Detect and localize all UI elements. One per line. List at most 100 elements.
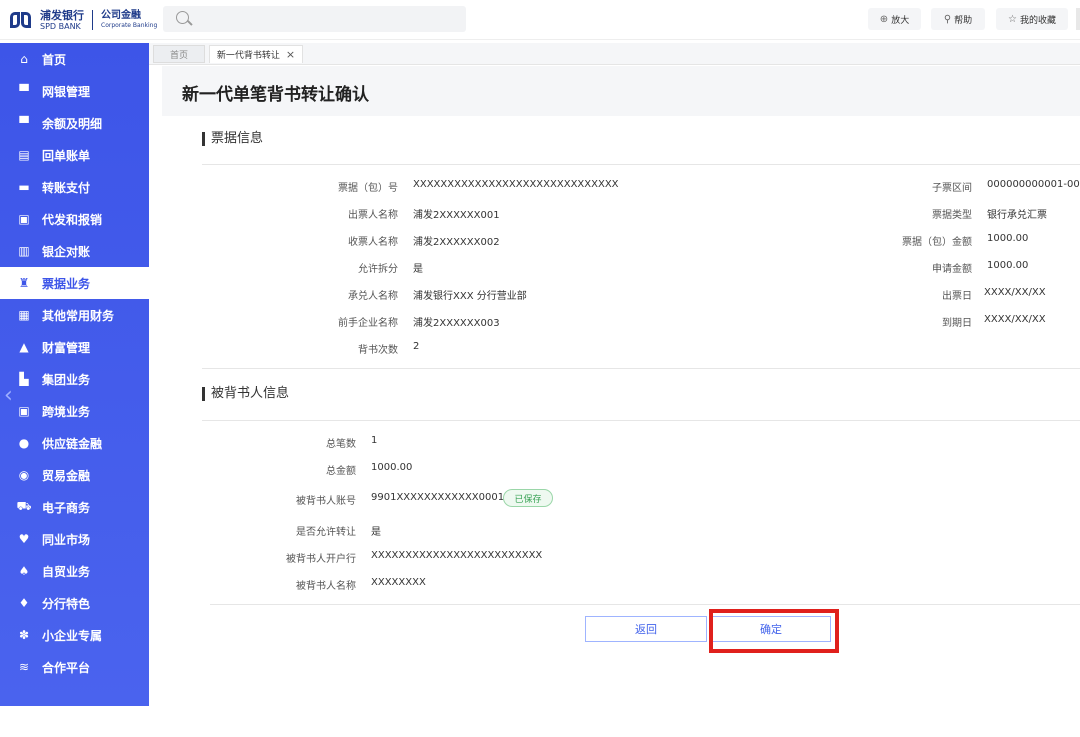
sidebar-item[interactable]: ♜ 票据业务 [0,267,149,299]
sidebar-item-icon: ▀ [19,84,29,98]
zoom-button[interactable]: ⊕ 放大 [868,8,921,30]
field-label: 到期日 [942,318,972,329]
actions-divider [210,604,1080,605]
sidebar-item[interactable]: ⌂ 首页 [0,43,149,75]
sidebar-item-icon: ⛟ [16,499,32,513]
sidebar-item[interactable]: ◉ 贸易金融 [0,459,149,491]
section-divider [202,368,1080,369]
sidebar-item-icon: ♜ [18,276,30,290]
sidebar-item[interactable]: ▦ 其他常用财务 [0,299,149,331]
logo-text-cn: 浦发银行 [40,8,84,22]
sidebar-item[interactable]: ⛟ 电子商务 [0,491,149,523]
sidebar-item-label: 首页 [42,52,67,67]
sidebar-item-icon: ▲ [19,340,29,354]
confirm-highlight-box [709,609,839,653]
field-label: 申请金额 [932,264,972,275]
sidebar-item-label: 回单账单 [42,148,91,163]
favorites-button[interactable]: ☆ 我的收藏 [996,8,1068,30]
field-value: 浦发银行XXX 分行营业部 [413,291,527,302]
sidebar-item-icon: ✽ [18,628,30,642]
field-value: 1000.00 [987,260,1029,271]
spd-logo-icon [10,10,34,30]
field-value: 是 [413,264,423,275]
sidebar-item-label: 代发和报销 [42,212,103,227]
sidebar-item[interactable]: ▲ 财富管理 [0,331,149,363]
field-value: 银行承兑汇票 [987,210,1047,221]
field-value: XXXXXXXXXXXXXXXXXXXXXXXXX [371,550,543,561]
sidebar-item-label: 同业市场 [42,532,91,547]
sidebar-item[interactable]: ✽ 小企业专属 [0,619,149,651]
sidebar-item-label: 跨境业务 [42,404,91,419]
header-edge-button[interactable] [1076,8,1080,30]
field-label: 允许拆分 [358,264,398,275]
sidebar-item[interactable]: ▀ 网银管理 [0,75,149,107]
tab-endorsement-transfer[interactable]: 新一代背书转让 × [209,45,303,63]
bank-logo[interactable]: 浦发银行 SPD BANK 公司金融 Corporate Banking [10,8,157,32]
sidebar-item-label: 其他常用财务 [42,308,115,323]
sidebar-item[interactable]: ▬ 转账支付 [0,171,149,203]
field-label: 背书次数 [358,345,398,356]
endorsee-section-title: 被背书人信息 [202,387,289,401]
favorites-label: 我的收藏 [1019,15,1056,26]
sidebar-item[interactable]: ▙ 集团业务 [0,363,149,395]
endorsee-divider [202,420,1080,421]
sidebar-item-icon: ▣ [18,212,30,226]
sidebar-item-label: 贸易金融 [42,468,91,483]
sidebar-item[interactable]: ▣ 代发和报销 [0,203,149,235]
star-icon: ☆ [1008,13,1017,25]
page-header: 新一代单笔背书转让确认 [162,66,1080,116]
search-input[interactable] [163,6,466,32]
sidebar-item-icon: ▣ [18,404,30,418]
field-value: 浦发2XXXXXX003 [413,318,500,329]
tab-home[interactable]: 首页 [153,45,205,63]
zoom-label: 放大 [891,15,910,26]
field-label: 是否允许转让 [296,527,356,538]
tab-home-label: 首页 [169,50,188,61]
field-value: 浦发2XXXXXX002 [413,237,500,248]
sidebar-item[interactable]: ♠ 自贸业务 [0,555,149,587]
help-button[interactable]: ⚲ 帮助 [931,8,985,30]
sidebar-item[interactable]: ≋ 合作平台 [0,651,149,683]
top-header: 浦发银行 SPD BANK 公司金融 Corporate Banking ⊕ 放… [0,0,1080,40]
sidebar-item-label: 银企对账 [42,244,91,259]
sidebar-item-label: 小企业专属 [42,628,103,643]
sidebar-item-icon: ≋ [18,660,30,674]
back-button[interactable]: 返回 [585,616,707,642]
sidebar-item-label: 余额及明细 [42,116,103,131]
field-value: 1000.00 [371,462,413,473]
help-label: 帮助 [954,15,973,26]
field-value: XXXX/XX/XX [984,287,1046,298]
sidebar-item[interactable]: ♦ 分行特色 [0,587,149,619]
sidebar-item-label: 合作平台 [42,660,91,675]
watermark: ◎ 大数跨境 [8,711,95,737]
sidebar-item-icon: ▤ [18,148,30,162]
sidebar-item[interactable]: ▤ 回单账单 [0,139,149,171]
search-icon [176,11,189,24]
sidebar-item[interactable]: ▥ 银企对账 [0,235,149,267]
sidebar-item-icon: ▙ [19,372,29,386]
sidebar-item[interactable]: ▣ 跨境业务 [0,395,149,427]
field-label: 被背书人开户行 [286,554,356,565]
sidebar-item-icon: ▦ [18,308,30,322]
sidebar-item[interactable]: ▀ 余额及明细 [0,107,149,139]
sidebar-item-icon: ♠ [18,564,30,578]
location-pin-icon: ⚲ [943,13,952,25]
field-label: 总金额 [326,466,356,477]
field-label: 子票区间 [932,183,972,194]
field-label: 总笔数 [326,439,356,450]
field-label: 被背书人账号 [296,496,356,507]
sidebar-item-icon: ♦ [18,596,30,610]
sidebar-item-icon: ● [18,436,30,450]
saved-status-badge: 已保存 [503,489,553,507]
sidebar-item-label: 分行特色 [42,596,91,611]
sidebar-item[interactable]: ♥ 同业市场 [0,523,149,555]
field-value: 浦发2XXXXXX001 [413,210,500,221]
sidebar-item[interactable]: ● 供应链金融 [0,427,149,459]
field-label: 出票日 [942,291,972,302]
field-value: 2 [413,341,420,352]
sidebar-item-icon: ♥ [18,532,30,546]
sidebar-item-label: 自贸业务 [42,564,91,579]
tab-bar: 首页 新一代背书转让 × [149,43,1080,65]
sidebar-item-label: 电子商务 [42,500,91,515]
close-icon[interactable]: × [286,48,295,61]
